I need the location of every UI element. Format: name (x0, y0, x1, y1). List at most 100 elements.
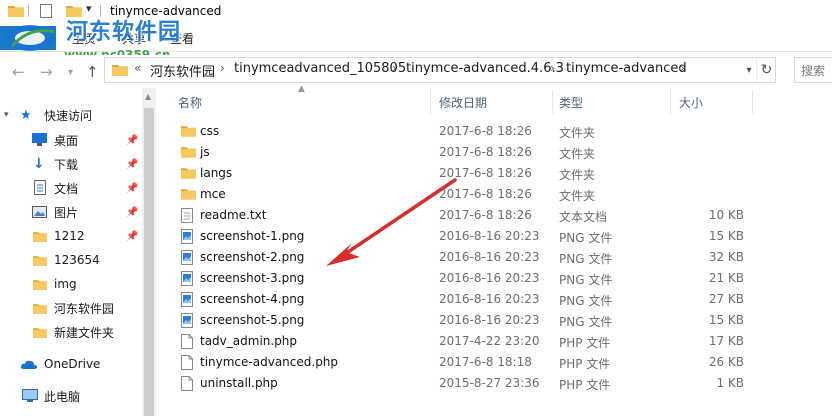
file-date: 2015-8-27 23:36 (439, 376, 540, 390)
sidebar-item-123654[interactable]: 123654 (0, 249, 140, 271)
file-date: 2016-8-16 20:23 (439, 292, 540, 306)
file-size: 32 KB (708, 250, 744, 264)
folder-icon (33, 256, 47, 266)
sidebar-item-label: 桌面 (54, 133, 79, 148)
sidebar-item-1212[interactable]: 1212 (0, 225, 140, 247)
php-file-icon (181, 376, 195, 391)
folder-icon (181, 187, 196, 202)
file-row[interactable]: uninstall.php 2015-8-27 23:36 PHP 文件 1 KB (170, 373, 770, 394)
breadcrumb-separator[interactable]: › (550, 61, 555, 75)
image-file-icon (181, 292, 195, 307)
file-date: 2017-6-8 18:26 (439, 124, 532, 138)
file-type: PNG 文件 (559, 273, 613, 287)
file-size: 21 KB (708, 271, 744, 285)
sidebar-item-img[interactable]: img (0, 273, 140, 295)
breadcrumb-separator[interactable]: › (220, 61, 225, 75)
sidebar-item-label: img (54, 277, 77, 291)
back-arrow-icon[interactable]: ← (12, 63, 25, 81)
file-row[interactable]: screenshot-2.png 2016-8-16 20:23 PNG 文件 32 … (170, 247, 770, 268)
file-date: 2016-8-16 20:23 (439, 313, 540, 327)
pin-icon[interactable]: 📌 (126, 135, 138, 146)
sidebar-item-new-folder[interactable]: 新建文件夹 (0, 321, 140, 343)
column-header-date[interactable]: 修改日期 (439, 94, 487, 111)
file-name: screenshot-5.png (200, 313, 305, 327)
breadcrumb-item[interactable]: tinymce-advanced.4.6.3 (406, 61, 564, 76)
breadcrumb-item[interactable]: 河东软件园 (150, 61, 215, 80)
file-name: screenshot-2.png (200, 250, 305, 264)
file-row[interactable]: screenshot-1.png 2016-8-16 20:23 PNG 文件 15 … (170, 226, 770, 247)
sidebar-item-desktop[interactable]: 桌面 (0, 129, 140, 151)
column-header-size[interactable]: 大小 (679, 94, 703, 111)
image-file-icon (181, 229, 195, 244)
folder-icon (181, 124, 196, 139)
star-icon: ★ (20, 107, 32, 123)
scrollbar-thumb[interactable] (144, 108, 154, 416)
file-date: 2017-6-8 18:26 (439, 208, 532, 222)
refresh-icon[interactable]: ↻ (756, 58, 776, 82)
sidebar-item-label: 文档 (54, 181, 79, 196)
breadcrumb-overflow[interactable]: « (134, 61, 141, 75)
sidebar-item-this-pc[interactable]: 此电脑 (0, 385, 140, 407)
sidebar-item-label: OneDrive (44, 357, 101, 371)
breadcrumb-separator[interactable]: › (392, 61, 397, 75)
column-header-name[interactable]: 名称 (178, 94, 202, 111)
file-row[interactable]: screenshot-5.png 2016-8-16 20:23 PNG 文件 15 … (170, 310, 770, 331)
sidebar-item-quick-access[interactable]: ▾ ★ 快速访问 (0, 104, 140, 126)
file-row[interactable]: readme.txt 2017-6-8 18:26 文本文档 10 KB (170, 205, 770, 226)
file-type: PHP 文件 (559, 336, 611, 350)
file-row[interactable]: screenshot-4.png 2016-8-16 20:23 PNG 文件 27 … (170, 289, 770, 310)
column-header-type[interactable]: 类型 (559, 94, 583, 111)
sidebar-item-hedong[interactable]: 河东软件园 (0, 297, 140, 319)
file-date: 2016-8-16 20:23 (439, 229, 540, 243)
sidebar-item-documents[interactable]: 文档 (0, 177, 140, 199)
pin-icon[interactable]: 📌 (126, 231, 138, 242)
folder-icon[interactable] (8, 4, 24, 17)
watermark-logo-icon (6, 25, 55, 51)
file-row[interactable]: css 2017-6-8 18:26 文件夹 (170, 121, 770, 142)
file-name: screenshot-1.png (200, 229, 305, 243)
sidebar-item-downloads[interactable]: ↓ 下载 (0, 153, 140, 175)
file-row[interactable]: js 2017-6-8 18:26 文件夹 (170, 142, 770, 163)
sidebar-item-label: 河东软件园 (54, 301, 115, 316)
chevron-down-icon[interactable]: ▾ (4, 110, 9, 120)
file-name: readme.txt (200, 208, 267, 222)
address-dropdown-icon[interactable]: ▾ (742, 58, 756, 82)
scroll-up-icon[interactable]: ▲ (145, 92, 151, 101)
forward-arrow-icon[interactable]: → (40, 63, 53, 81)
column-divider[interactable] (552, 90, 553, 114)
file-size: 10 KB (708, 208, 744, 222)
sidebar-item-label: 快速访问 (44, 108, 93, 123)
file-type: PNG 文件 (559, 252, 613, 266)
file-row[interactable]: langs 2017-6-8 18:26 文件夹 (170, 163, 770, 184)
sidebar-item-label: 新建文件夹 (54, 325, 115, 340)
file-name: screenshot-4.png (200, 292, 305, 306)
recent-locations-icon[interactable]: ▾ (68, 67, 73, 78)
sidebar-item-pictures[interactable]: 图片 (0, 201, 140, 223)
breadcrumb-item[interactable]: tinymceadvanced_105805 (234, 61, 406, 76)
file-row[interactable]: tinymce-advanced.php 2017-6-8 18:18 PHP 文件… (170, 352, 770, 373)
properties-icon[interactable] (40, 4, 52, 18)
column-divider[interactable] (430, 90, 431, 114)
file-row[interactable]: screenshot-3.png 2016-8-16 20:23 PNG 文件 21 … (170, 268, 770, 289)
folder-icon (181, 145, 196, 160)
pin-icon[interactable]: 📌 (126, 183, 138, 194)
sidebar-item-label: 1212 (54, 229, 85, 243)
search-input[interactable]: 搜索 (794, 57, 832, 83)
pin-icon[interactable]: 📌 (126, 207, 138, 218)
column-divider[interactable] (752, 90, 753, 114)
column-divider[interactable] (670, 90, 671, 114)
file-row[interactable]: mce 2017-6-8 18:26 文件夹 (170, 184, 770, 205)
folder-icon (181, 166, 196, 181)
file-row[interactable]: tadv_admin.php 2017-4-22 23:20 PHP 文件 17 KB (170, 331, 770, 352)
breadcrumb-item[interactable]: tinymce-advanced (566, 61, 687, 76)
up-arrow-icon[interactable]: ↑ (86, 63, 99, 81)
image-file-icon (181, 313, 195, 328)
pin-icon[interactable]: 📌 (126, 159, 138, 170)
file-type: 文件夹 (559, 126, 596, 140)
file-type: PNG 文件 (559, 294, 613, 308)
document-icon (34, 180, 46, 195)
file-type: 文件夹 (559, 147, 596, 161)
breadcrumb-separator[interactable]: › (680, 61, 685, 75)
sidebar-item-onedrive[interactable]: OneDrive (0, 353, 140, 375)
folder-icon (33, 280, 47, 290)
